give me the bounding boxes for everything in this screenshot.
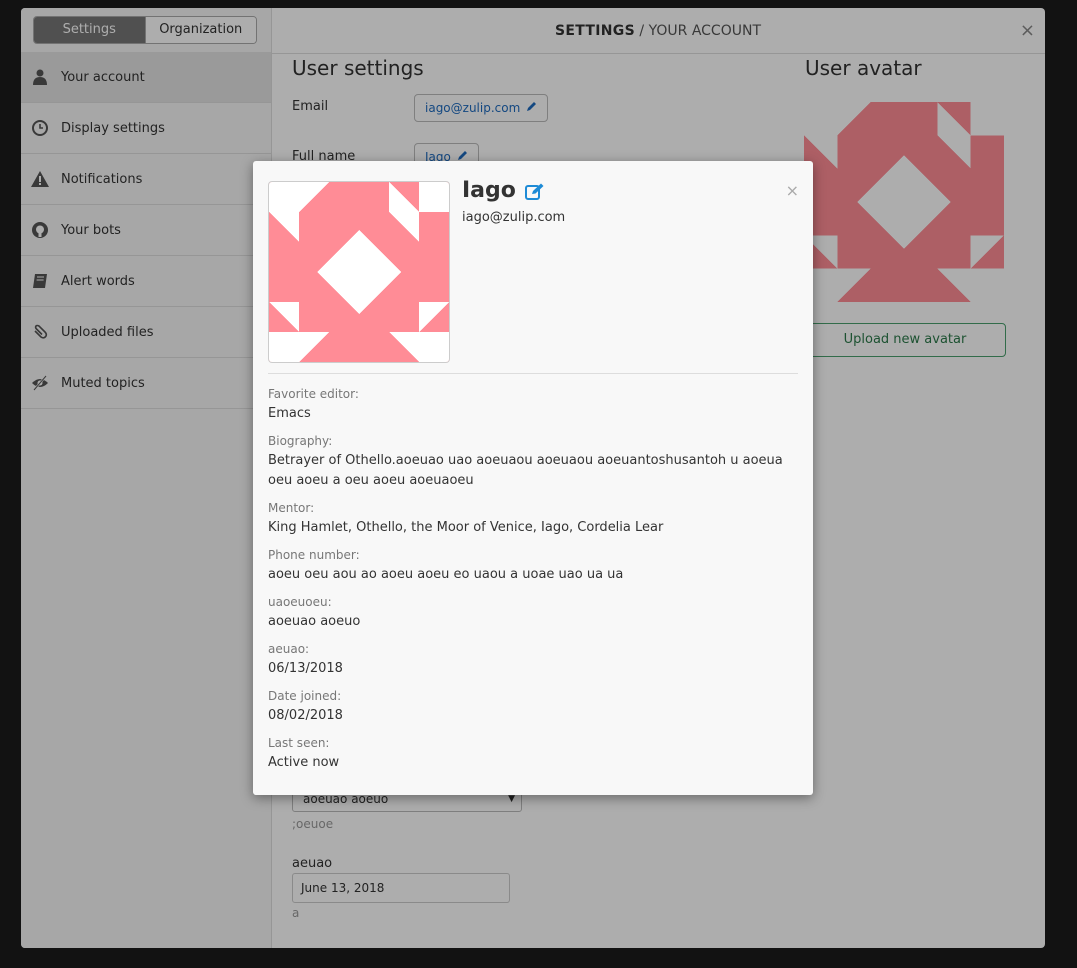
profile-field-mentor: Mentor: King Hamlet, Othello, the Moor o… [268, 501, 798, 538]
close-icon[interactable]: × [786, 181, 799, 200]
user-profile-modal: Iago iago@zulip.com × Favorite editor: E… [253, 161, 813, 795]
profile-field-phone-number: Phone number: aoeu oeu aou ao aoeu aoeu … [268, 548, 798, 585]
profile-email: iago@zulip.com [462, 210, 566, 225]
profile-fields: Favorite editor: Emacs Biography: Betray… [268, 387, 798, 783]
field-label: aeuao: [268, 642, 310, 656]
profile-field-last-seen: Last seen: Active now [268, 736, 798, 773]
field-label: Biography: [268, 434, 333, 448]
field-value: Emacs [268, 406, 311, 421]
field-label: uaoeuoeu: [268, 595, 332, 609]
field-value: aoeuao aoeuo [268, 614, 361, 629]
profile-field-date-joined: Date joined: 08/02/2018 [268, 689, 798, 726]
profile-name: Iago [462, 178, 516, 203]
field-value: 08/02/2018 [268, 708, 343, 723]
profile-field-favorite-editor: Favorite editor: Emacs [268, 387, 798, 424]
field-value: Active now [268, 755, 340, 770]
field-label: Last seen: [268, 736, 330, 750]
field-value: aoeu oeu aou ao aoeu aoeu eo uaou a uoae… [268, 567, 624, 582]
profile-field-biography: Biography: Betrayer of Othello.aoeuao ua… [268, 434, 798, 491]
profile-field-uaoeuoeu: uaoeuoeu: aoeuao aoeuo [268, 595, 798, 632]
field-value: King Hamlet, Othello, the Moor of Venice… [268, 520, 664, 535]
profile-avatar [268, 181, 450, 363]
divider [268, 373, 798, 374]
field-value: 06/13/2018 [268, 661, 343, 676]
field-label: Mentor: [268, 501, 315, 515]
field-label: Favorite editor: [268, 387, 359, 401]
field-label: Date joined: [268, 689, 342, 703]
profile-field-aeuao: aeuao: 06/13/2018 [268, 642, 798, 679]
field-label: Phone number: [268, 548, 360, 562]
field-value: Betrayer of Othello.aoeuao uao aoeuaou a… [268, 453, 783, 488]
edit-profile-icon[interactable] [525, 183, 545, 205]
